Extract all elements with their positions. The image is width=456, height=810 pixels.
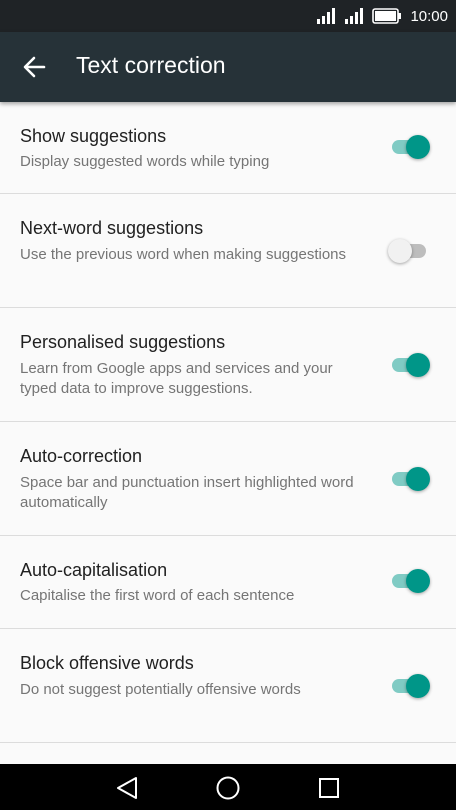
setting-title: Next-word suggestions [20,218,204,238]
block-offensive-words-toggle[interactable] [390,671,430,701]
toggle-thumb [406,135,430,159]
toggle-thumb [406,467,430,491]
toggle-thumb [406,353,430,377]
setting-row-block-offensive-words[interactable]: Block offensive words Do not suggest pot… [0,629,456,743]
setting-subtitle: Display suggested words while typing [20,153,270,170]
signal-icon [317,8,336,24]
toggle-thumb [406,569,430,593]
setting-subtitle: Do not suggest potentially offensive wor… [20,681,301,698]
next-word-suggestions-toggle[interactable] [388,236,430,266]
nav-home-button[interactable] [214,774,242,802]
settings-list: Show suggestions Display suggested words… [0,102,456,743]
setting-title: Auto-capitalisation [20,560,168,580]
navigation-bar [0,764,456,810]
toggle-thumb [388,239,412,263]
personalised-suggestions-toggle[interactable] [390,350,430,380]
status-time: 10:00 [410,7,448,25]
setting-row-auto-correction[interactable]: Auto-correction Space bar and punctuatio… [0,422,456,536]
app-bar: Text correction [0,32,456,102]
signal-icon [345,8,364,24]
auto-capitalisation-toggle[interactable] [390,566,430,596]
setting-title: Show suggestions [20,126,167,146]
nav-home-icon [216,776,240,800]
back-button[interactable] [20,53,50,81]
nav-back-button[interactable] [113,774,141,802]
auto-correction-toggle[interactable] [390,464,430,494]
status-bar: 10:00 [0,0,456,32]
nav-back-icon [117,777,137,799]
setting-title: Block offensive words [20,653,194,673]
setting-subtitle: Space bar and punctuation insert highlig… [20,474,354,511]
setting-title: Personalised suggestions [20,332,226,352]
toggle-thumb [406,674,430,698]
setting-row-show-suggestions[interactable]: Show suggestions Display suggested words… [0,102,456,194]
setting-subtitle: Capitalise the first word of each senten… [20,587,295,604]
nav-recents-button[interactable] [315,774,343,802]
battery-icon [372,8,402,24]
setting-row-auto-capitalisation[interactable]: Auto-capitalisation Capitalise the first… [0,536,456,629]
show-suggestions-toggle[interactable] [390,132,430,162]
back-arrow-icon [23,56,46,78]
setting-subtitle: Use the previous word when making sugges… [20,246,347,263]
setting-title: Auto-correction [20,446,143,466]
setting-subtitle: Learn from Google apps and services and … [20,360,333,397]
setting-row-personalised-suggestions[interactable]: Personalised suggestions Learn from Goog… [0,308,456,422]
nav-recents-icon [319,778,339,798]
page-title: Text correction [76,52,226,78]
setting-row-next-word-suggestions[interactable]: Next-word suggestions Use the previous w… [0,194,456,308]
